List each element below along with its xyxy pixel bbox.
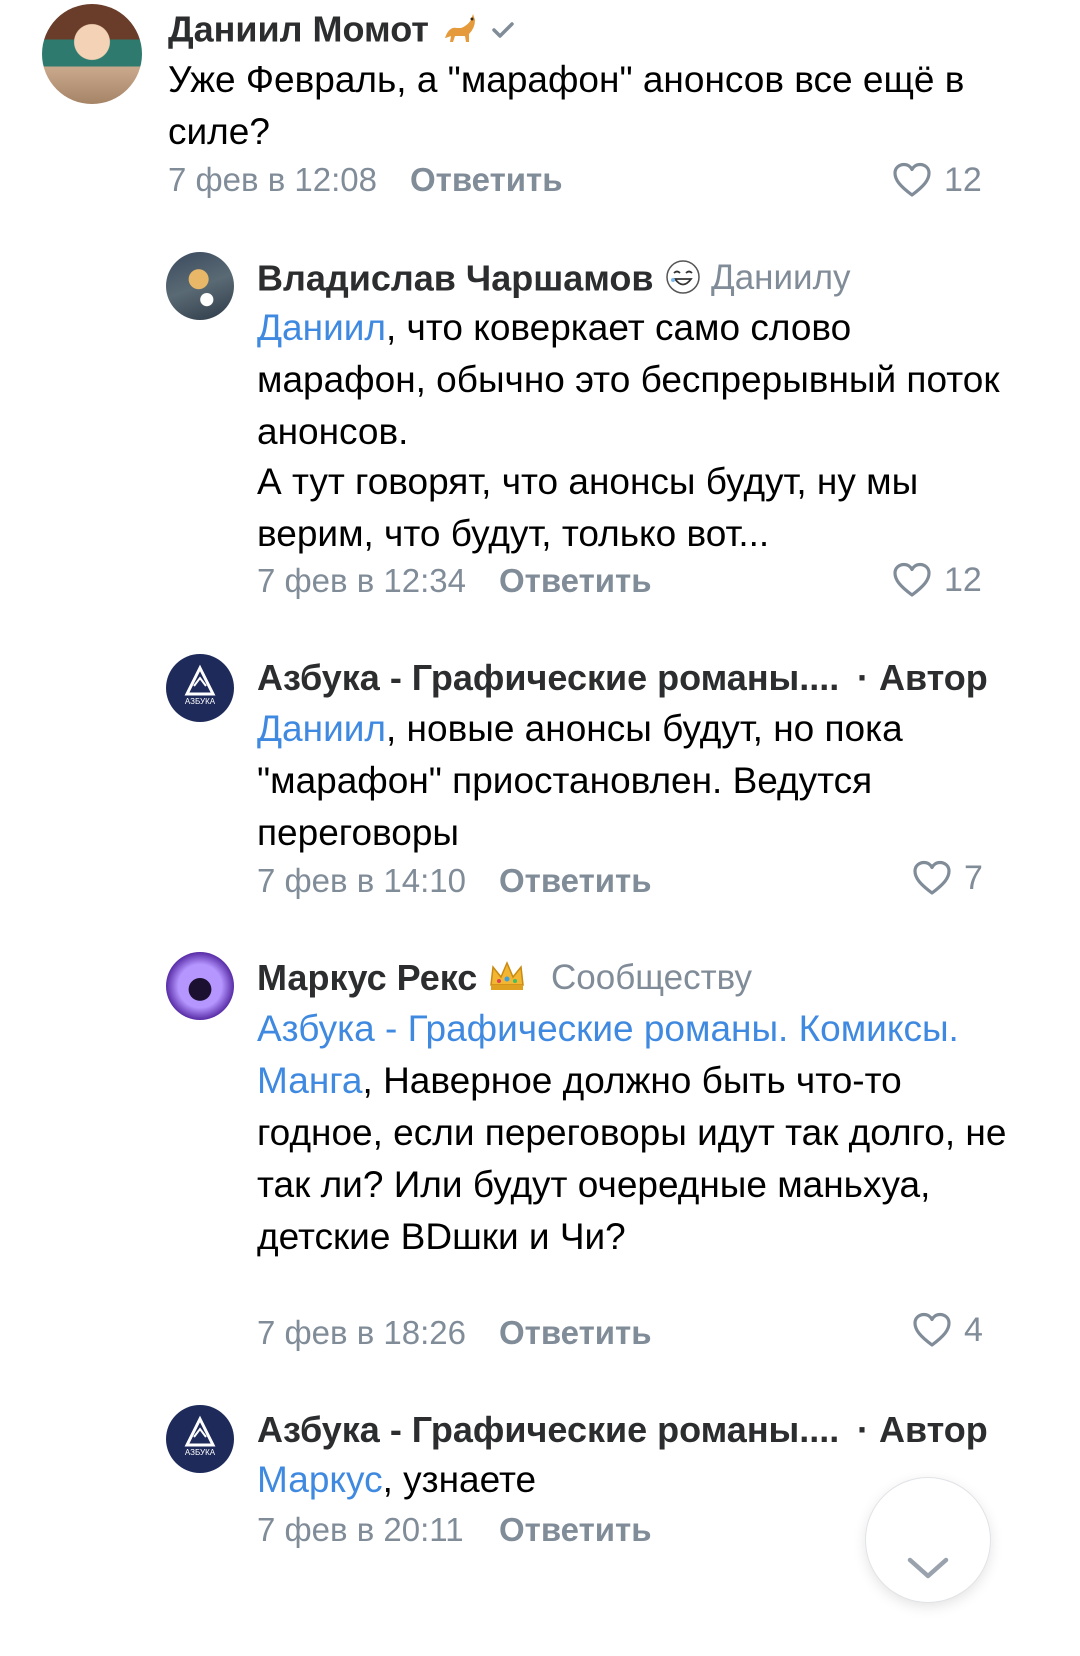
cat-emoji-icon [439,8,479,56]
comment-time: 7 фев в 20:11 [257,1511,464,1548]
like-count: 4 [964,1310,983,1349]
heart-icon [913,1312,951,1347]
mention-link[interactable]: Маркус [257,1459,383,1500]
comment-author[interactable]: Азбука - Графические романы.... [257,1410,839,1450]
reply-button[interactable]: Ответить [499,1510,652,1550]
reply-to-label[interactable]: Даниилу [711,258,851,298]
heart-icon [893,562,931,597]
comment-time: 7 фев в 12:34 [257,562,467,599]
comment-author[interactable]: Маркус Рекс [257,958,527,1001]
comment-text: Уже Февраль, а "марафон" анонсов все ещё… [168,59,965,152]
comment-time: 7 фев в 18:26 [257,1314,467,1351]
like-button[interactable]: 12 [892,160,982,200]
reply-to-label[interactable]: Сообществу [551,958,752,998]
reply-button[interactable]: Ответить [499,1313,652,1353]
comment-text: Даниил, новые анонсы будут, но пока "мар… [257,708,903,853]
mention-link[interactable]: Даниил [257,307,386,348]
reply-button[interactable]: Ответить [410,160,563,200]
svg-text:АЗБУКА: АЗБУКА [185,1448,216,1457]
comment-text: Даниил, что коверкает само слово марафон… [257,307,1000,452]
like-button[interactable]: 4 [912,1310,983,1350]
like-count: 12 [944,160,982,199]
comment-author[interactable]: Владислав Чаршамов [257,258,702,304]
azbuka-logo-icon: АЗБУКА [184,664,216,706]
avatar[interactable] [166,952,234,1020]
avatar[interactable]: АЗБУКА [166,1405,234,1473]
heart-icon [913,860,951,895]
mention-link[interactable]: Даниил [257,708,386,749]
avatar[interactable] [42,4,142,104]
chevron-down-icon [907,1557,949,1579]
comment-time: 7 фев в 12:08 [168,161,378,198]
author-tag: · Автор [857,1409,988,1450]
comment-author[interactable]: Даниил Момот [168,8,517,56]
avatar[interactable] [166,252,234,320]
laughing-face-emoji-icon [664,258,702,304]
svg-text:АЗБУКА: АЗБУКА [185,697,216,706]
scroll-down-button[interactable] [866,1478,990,1602]
comment-author[interactable]: Азбука - Графические романы.... [257,658,839,698]
avatar[interactable]: АЗБУКА [166,654,234,722]
comment-time: 7 фев в 14:10 [257,862,467,899]
heart-icon [893,162,931,197]
like-count: 12 [944,560,982,599]
reply-button[interactable]: Ответить [499,561,652,601]
reply-button[interactable]: Ответить [499,861,652,901]
like-button[interactable]: 7 [912,858,983,898]
check-icon [489,12,517,52]
comment-text-second-paragraph: А тут говорят, что анонсы будут, ну мы в… [257,461,919,554]
azbuka-logo-icon: АЗБУКА [184,1415,216,1457]
like-count: 7 [964,858,983,897]
comment-text: Азбука - Графические романы. Комиксы. Ма… [257,1008,1007,1257]
like-button[interactable]: 12 [892,560,982,600]
crown-emoji-icon [487,959,527,1001]
author-tag: · Автор [857,657,988,698]
